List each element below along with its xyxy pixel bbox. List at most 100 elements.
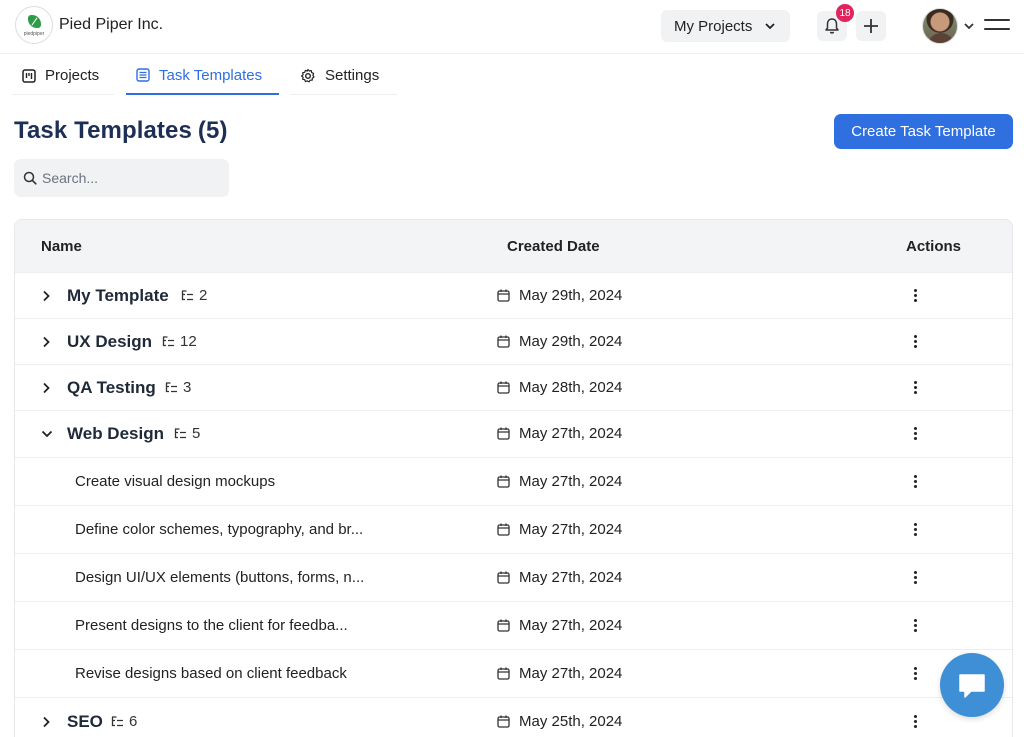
created-date: May 27th, 2024 xyxy=(497,617,622,634)
created-date: May 27th, 2024 xyxy=(497,473,622,490)
template-name[interactable]: QA Testing xyxy=(67,378,156,398)
tab-task-templates[interactable]: Task Templates xyxy=(126,59,279,95)
created-date-value: May 27th, 2024 xyxy=(519,473,623,490)
create-task-template-button[interactable]: Create Task Template xyxy=(834,114,1013,149)
table-header: Name Created Date Actions xyxy=(15,220,1012,272)
created-date-value: May 29th, 2024 xyxy=(519,333,623,350)
created-date: May 27th, 2024 xyxy=(497,665,622,682)
created-date-value: May 27th, 2024 xyxy=(519,569,623,586)
tab-bar: Projects Task Templates Settings xyxy=(12,59,397,95)
chevron-right-icon[interactable] xyxy=(41,382,51,394)
tab-settings[interactable]: Settings xyxy=(290,59,397,95)
row-actions-menu-icon[interactable] xyxy=(912,381,918,396)
column-header-name[interactable]: Name xyxy=(41,238,82,255)
subtask-count-value: 6 xyxy=(129,713,138,730)
created-date-value: May 27th, 2024 xyxy=(519,617,623,634)
created-date: May 29th, 2024 xyxy=(497,287,622,304)
created-date-value: May 25th, 2024 xyxy=(519,713,623,730)
created-date-value: May 27th, 2024 xyxy=(519,521,623,538)
calendar-icon xyxy=(497,427,510,440)
subtask-count-value: 3 xyxy=(183,379,192,396)
calendar-icon xyxy=(497,619,510,632)
row-actions-menu-icon[interactable] xyxy=(912,475,918,490)
company-logo[interactable]: piedpiper xyxy=(15,6,53,44)
chevron-down-icon[interactable] xyxy=(41,429,53,439)
template-name[interactable]: SEO xyxy=(67,712,103,732)
chevron-down-icon[interactable] xyxy=(963,21,975,31)
row-actions-menu-icon[interactable] xyxy=(912,523,918,538)
subtasks-icon xyxy=(174,427,186,438)
subtask-count-value: 12 xyxy=(180,333,197,350)
table-row[interactable]: QA Testing 3 May 28th, 2024 xyxy=(15,364,1012,410)
row-actions-menu-icon[interactable] xyxy=(912,571,918,586)
row-actions-menu-icon[interactable] xyxy=(912,335,918,350)
my-projects-dropdown[interactable]: My Projects xyxy=(661,10,790,42)
company-name: Pied Piper Inc. xyxy=(59,16,164,33)
calendar-icon xyxy=(497,715,510,728)
calendar-icon xyxy=(497,381,510,394)
chevron-right-icon[interactable] xyxy=(41,716,51,728)
created-date: May 27th, 2024 xyxy=(497,425,622,442)
template-name[interactable]: My Template xyxy=(67,286,169,306)
table-row[interactable]: Web Design 5 May 27th, 2024 xyxy=(15,410,1012,457)
table-row[interactable]: My Template 2 May 29th, 2024 xyxy=(15,272,1012,318)
gear-icon xyxy=(301,68,315,82)
subtask-name[interactable]: Define color schemes, typography, and br… xyxy=(75,521,363,538)
row-actions-menu-icon[interactable] xyxy=(912,427,918,442)
subtask-name[interactable]: Create visual design mockups xyxy=(75,473,275,490)
created-date: May 27th, 2024 xyxy=(497,521,622,538)
search-input[interactable] xyxy=(42,159,222,197)
calendar-icon xyxy=(497,523,510,536)
subtask-count: 3 xyxy=(165,379,191,396)
chevron-right-icon[interactable] xyxy=(41,290,51,302)
tab-projects[interactable]: Projects xyxy=(12,59,114,95)
subtask-name[interactable]: Design UI/UX elements (buttons, forms, n… xyxy=(75,569,364,586)
subtask-row[interactable]: Create visual design mockups May 27th, 2… xyxy=(15,457,1012,505)
calendar-icon xyxy=(497,475,510,488)
created-date-value: May 28th, 2024 xyxy=(519,379,623,396)
subtask-name[interactable]: Present designs to the client for feedba… xyxy=(75,617,348,634)
notification-badge: 18 xyxy=(836,4,854,22)
bell-icon xyxy=(825,18,839,34)
row-actions-menu-icon[interactable] xyxy=(912,289,918,304)
plus-icon xyxy=(864,19,878,33)
subtask-row[interactable]: Define color schemes, typography, and br… xyxy=(15,505,1012,553)
chevron-right-icon[interactable] xyxy=(41,336,51,348)
subtask-count: 2 xyxy=(181,287,207,304)
created-date-value: May 27th, 2024 xyxy=(519,665,623,682)
chat-support-button[interactable] xyxy=(940,653,1004,717)
created-date: May 29th, 2024 xyxy=(497,333,622,350)
row-actions-menu-icon[interactable] xyxy=(912,619,918,634)
subtask-count: 6 xyxy=(111,713,137,730)
template-name[interactable]: UX Design xyxy=(67,332,152,352)
template-name[interactable]: Web Design xyxy=(67,424,164,444)
calendar-icon xyxy=(497,289,510,302)
logo-text: piedpiper xyxy=(23,31,45,37)
tab-settings-label: Settings xyxy=(325,67,380,84)
subtask-name[interactable]: Revise designs based on client feedback xyxy=(75,665,347,682)
my-projects-label: My Projects xyxy=(674,17,753,35)
subtasks-icon xyxy=(181,289,193,300)
subtask-row[interactable]: Revise designs based on client feedback … xyxy=(15,649,1012,697)
list-icon xyxy=(136,68,150,82)
page-title-text: Task Templates xyxy=(14,117,192,144)
top-bar: piedpiper Pied Piper Inc. My Projects 18 xyxy=(0,0,1024,54)
search-icon xyxy=(23,171,37,185)
hamburger-menu-icon[interactable] xyxy=(984,17,1010,31)
calendar-icon xyxy=(497,335,510,348)
row-actions-menu-icon[interactable] xyxy=(912,715,918,730)
add-button[interactable] xyxy=(856,11,886,41)
tab-task-templates-label: Task Templates xyxy=(159,66,263,84)
user-avatar[interactable] xyxy=(922,8,958,44)
subtask-row[interactable]: Design UI/UX elements (buttons, forms, n… xyxy=(15,553,1012,601)
chat-bubble-icon xyxy=(959,674,985,698)
subtask-row[interactable]: Present designs to the client for feedba… xyxy=(15,601,1012,649)
row-actions-menu-icon[interactable] xyxy=(912,667,918,682)
subtask-count: 5 xyxy=(174,425,200,442)
created-date-value: May 29th, 2024 xyxy=(519,287,623,304)
task-templates-table: Name Created Date Actions My Template 2 … xyxy=(14,219,1013,737)
table-row[interactable]: UX Design 12 May 29th, 2024 xyxy=(15,318,1012,364)
table-row[interactable]: SEO 6 May 25th, 2024 xyxy=(15,697,1012,737)
column-header-created-date[interactable]: Created Date xyxy=(507,238,600,255)
kanban-icon xyxy=(22,68,36,83)
